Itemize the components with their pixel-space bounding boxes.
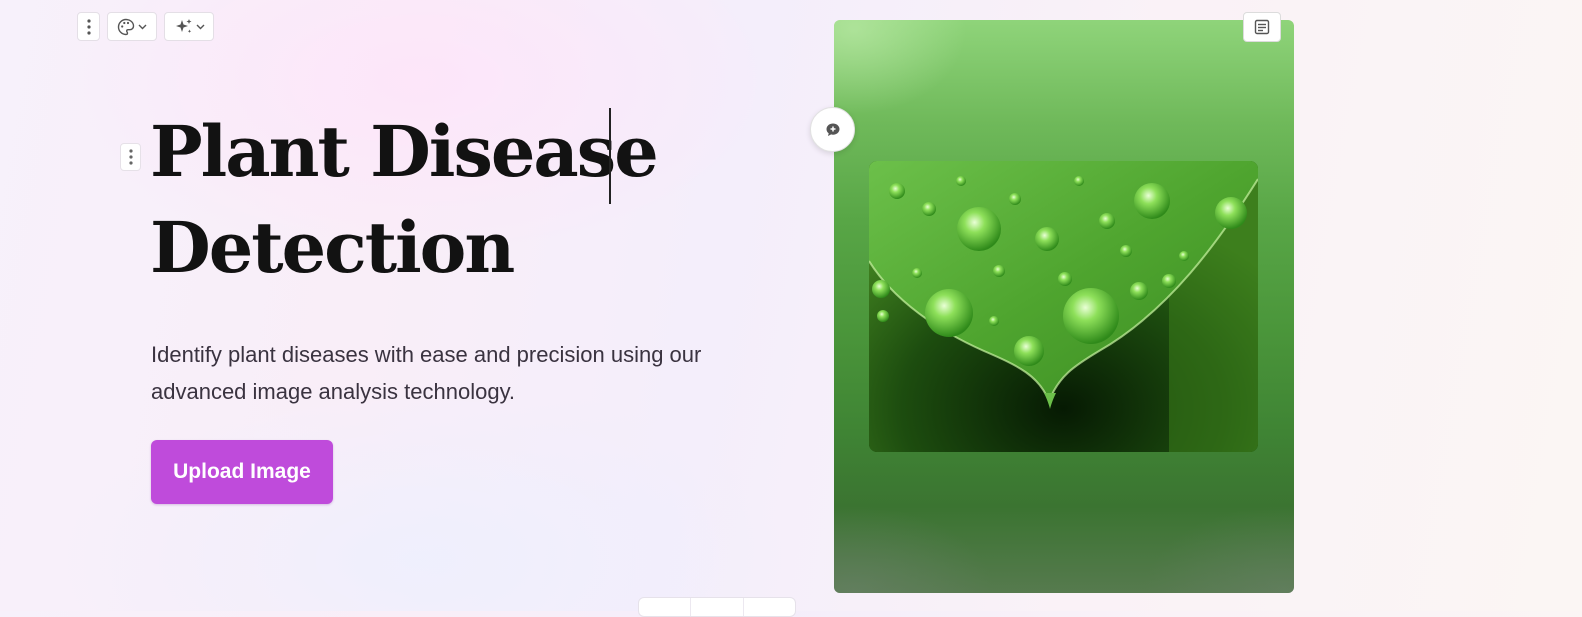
ai-assist-button[interactable] — [164, 12, 214, 41]
hero-image-card[interactable] — [834, 20, 1294, 593]
block-toolbar — [77, 12, 214, 41]
page-title[interactable]: Plant Disease Detection — [150, 104, 770, 296]
more-options-button[interactable] — [77, 12, 100, 41]
bottom-toolbar-button[interactable] — [639, 598, 692, 616]
block-drag-handle[interactable] — [120, 143, 141, 171]
leaf-photo[interactable] — [869, 161, 1258, 452]
bottom-toolbar[interactable] — [638, 597, 796, 617]
add-comment-button[interactable] — [810, 107, 855, 152]
speaker-notes-button[interactable] — [1243, 12, 1281, 42]
chevron-down-icon — [138, 24, 147, 29]
upload-image-button[interactable]: Upload Image — [151, 440, 333, 504]
background-glow — [0, 0, 1582, 611]
bottom-toolbar-button[interactable] — [744, 598, 795, 616]
bottom-toolbar-button[interactable] — [691, 598, 744, 616]
title-line-1: Plant Disease — [150, 110, 659, 193]
leaf-image — [869, 161, 1258, 452]
hero-subtitle[interactable]: Identify plant diseases with ease and pr… — [151, 336, 711, 410]
title-line-2: Detection — [150, 206, 515, 289]
notes-icon — [1254, 19, 1270, 35]
sparkle-icon — [175, 18, 191, 33]
vertical-dots-icon — [86, 18, 91, 35]
add-comment-icon — [826, 123, 839, 136]
theme-button[interactable] — [107, 12, 157, 41]
text-cursor — [609, 108, 611, 204]
chevron-down-icon — [196, 24, 204, 29]
palette-icon — [117, 18, 135, 35]
vertical-dots-icon — [128, 149, 133, 165]
